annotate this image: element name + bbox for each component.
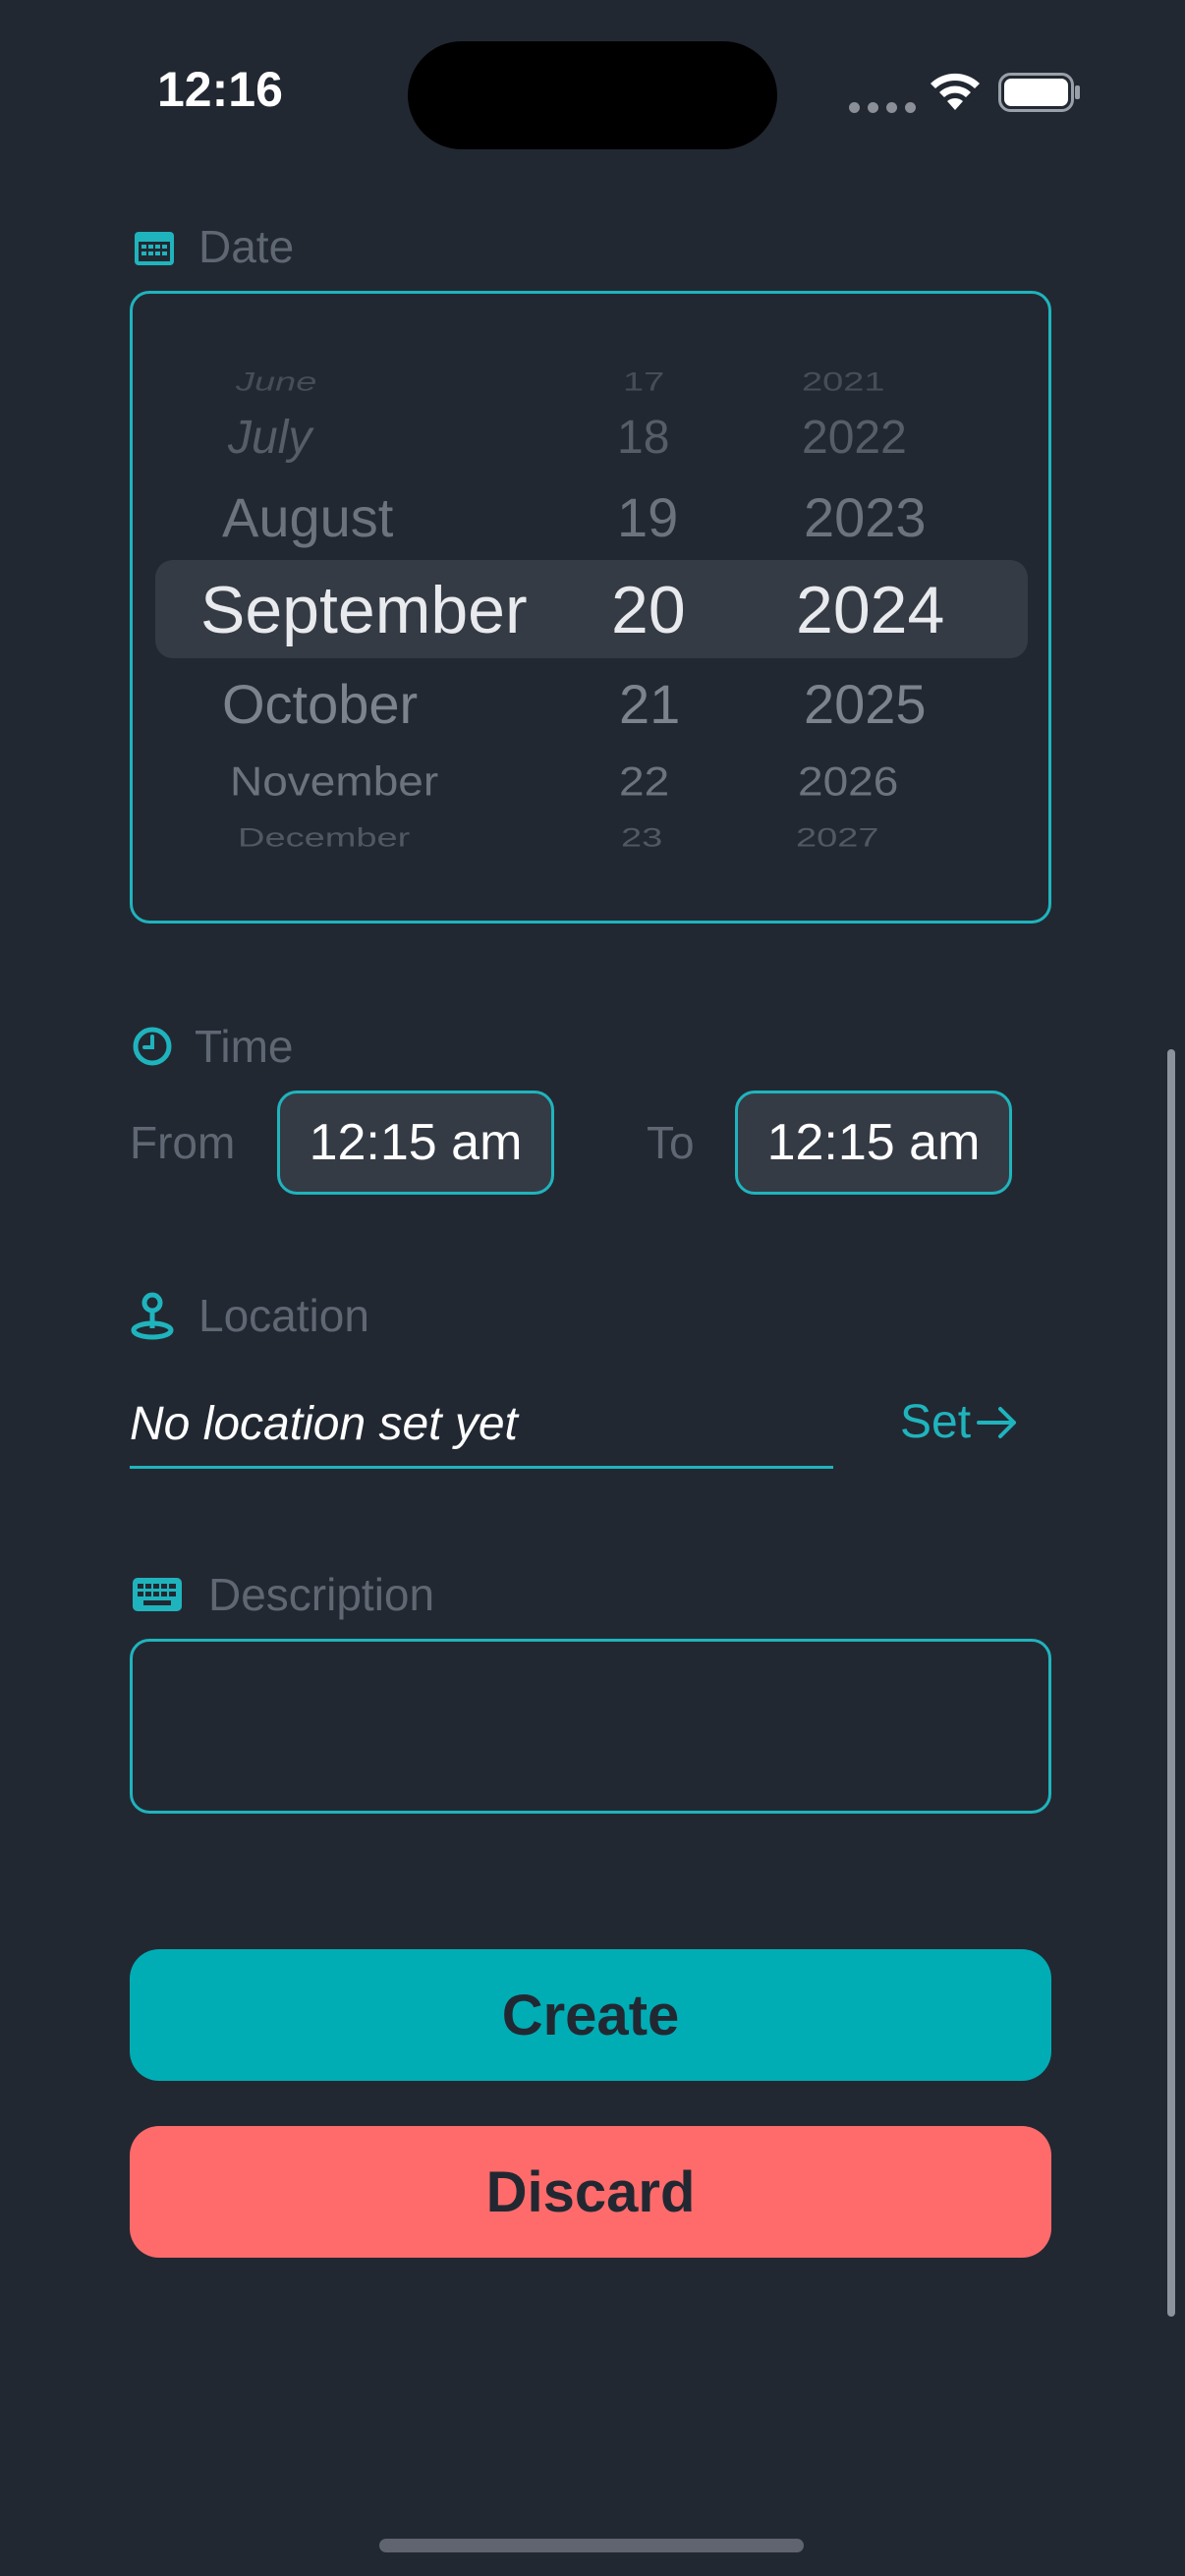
location-section-label: Location <box>198 1290 369 1341</box>
location-value-field[interactable]: No location set yet <box>130 1397 518 1451</box>
picker-month-item[interactable]: November <box>230 757 438 806</box>
time-to-picker[interactable]: 12:15 am <box>735 1091 1012 1195</box>
picker-month-selected[interactable]: September <box>200 572 528 648</box>
battery-icon <box>998 73 1080 112</box>
cellular-dots-icon <box>849 102 916 113</box>
date-section-label: Date <box>198 221 295 272</box>
clock-icon <box>133 1027 172 1066</box>
picker-year-item[interactable]: 2023 <box>804 485 927 549</box>
wifi-icon <box>931 73 980 110</box>
home-indicator[interactable] <box>379 2539 804 2552</box>
discard-button[interactable]: Discard <box>130 2126 1051 2258</box>
picker-day-item[interactable]: 23 <box>621 823 662 853</box>
time-to-label: To <box>647 1117 695 1168</box>
picker-day-selected[interactable]: 20 <box>611 572 686 648</box>
dynamic-island <box>408 41 777 149</box>
keyboard-icon <box>133 1578 182 1611</box>
set-location-label: Set <box>900 1396 972 1448</box>
picker-day-item[interactable]: 22 <box>619 757 669 806</box>
time-section-label: Time <box>195 1021 294 1072</box>
picker-month-item[interactable]: July <box>228 411 311 465</box>
picker-day-item[interactable]: 17 <box>623 367 664 397</box>
scroll-indicator[interactable] <box>1167 1049 1175 2317</box>
time-from-picker[interactable]: 12:15 am <box>277 1091 554 1195</box>
status-bar-time: 12:16 <box>157 62 283 117</box>
description-section-label: Description <box>208 1569 435 1620</box>
set-location-button[interactable]: Set <box>900 1395 1018 1449</box>
calendar-icon <box>135 232 174 265</box>
picker-day-item[interactable]: 18 <box>617 411 669 465</box>
picker-month-item[interactable]: August <box>222 485 393 549</box>
picker-year-item[interactable]: 2025 <box>804 672 927 736</box>
picker-month-item[interactable]: June <box>236 367 316 397</box>
location-underline <box>130 1466 833 1469</box>
picker-year-item[interactable]: 2021 <box>802 367 885 397</box>
time-from-label: From <box>130 1117 236 1168</box>
map-pin-icon <box>131 1292 174 1340</box>
picker-year-selected[interactable]: 2024 <box>796 572 944 648</box>
picker-day-item[interactable]: 19 <box>617 485 678 549</box>
picker-month-item[interactable]: October <box>222 672 418 736</box>
create-button[interactable]: Create <box>130 1949 1051 2081</box>
picker-year-item[interactable]: 2027 <box>796 823 879 853</box>
description-input[interactable] <box>130 1639 1051 1814</box>
arrow-right-icon <box>977 1406 1017 1438</box>
picker-day-item[interactable]: 21 <box>619 672 680 736</box>
picker-year-item[interactable]: 2022 <box>802 411 907 465</box>
picker-year-item[interactable]: 2026 <box>798 757 898 806</box>
picker-month-item[interactable]: December <box>238 823 410 853</box>
